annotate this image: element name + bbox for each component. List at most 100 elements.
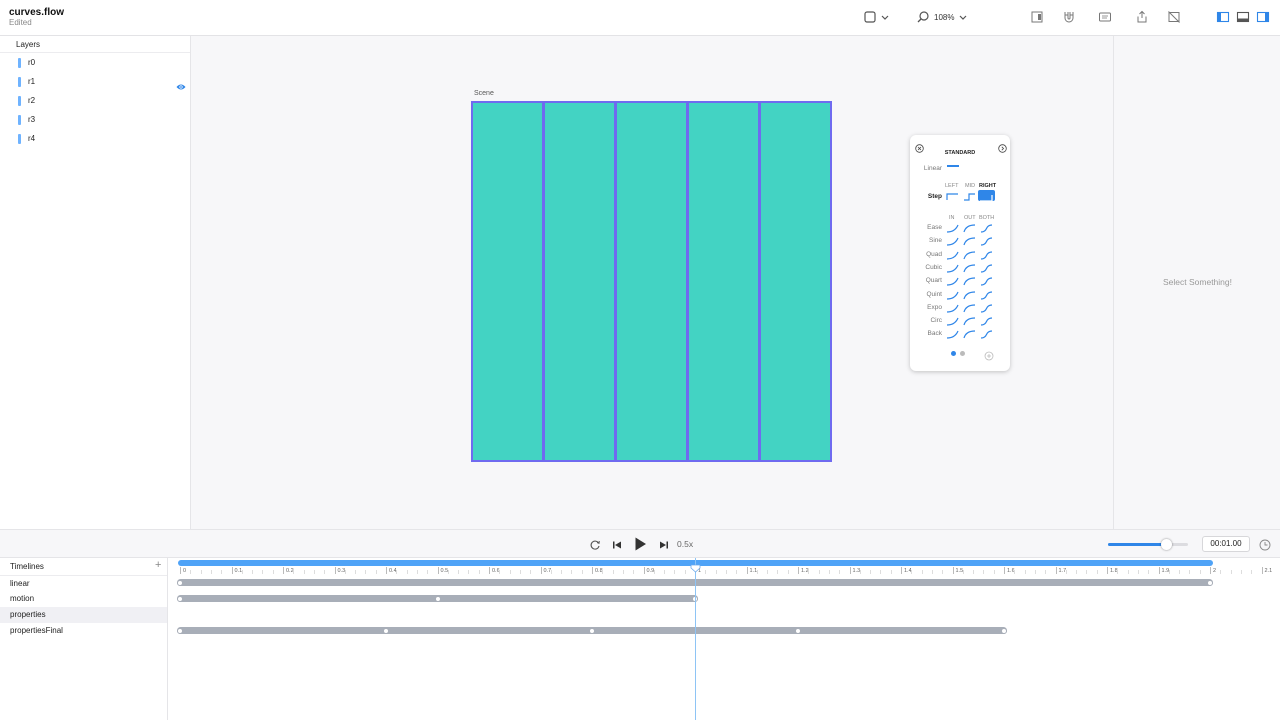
easing-sine-in-curve[interactable] [946, 237, 959, 246]
easing-back-out-curve[interactable] [963, 330, 976, 339]
easing-quad-out-curve[interactable] [963, 250, 976, 260]
easing-circ-out-curve[interactable] [963, 317, 976, 326]
easing-expo-out-curve[interactable] [963, 304, 976, 313]
ruler-minor-tick [262, 570, 264, 574]
step-left-curve[interactable] [946, 192, 959, 201]
easing-quad-both-curve[interactable] [980, 250, 993, 260]
easing-sine-out-curve[interactable] [963, 237, 976, 246]
ruler-minor-tick [1137, 570, 1139, 574]
forward-icon[interactable] [998, 140, 1007, 153]
easing-quint-in-curve[interactable] [946, 291, 959, 300]
easing-cubic-both-curve[interactable] [980, 264, 993, 273]
layer-item-r2[interactable]: r2 [0, 92, 190, 111]
ruler-minor-tick [653, 570, 655, 574]
keyframe[interactable] [589, 627, 595, 634]
easing-sine-both-curve[interactable] [980, 237, 993, 246]
easing-cubic-out-curve[interactable] [963, 264, 976, 273]
share-icon[interactable] [1135, 10, 1149, 24]
panel-insert-icon[interactable] [1030, 10, 1044, 24]
layer-item-r1[interactable]: r1 [0, 73, 190, 92]
top-toolbar: curves.flow Edited 108% [0, 0, 1280, 36]
ruler-minor-tick [880, 570, 882, 574]
easing-quart-both-curve[interactable] [980, 277, 993, 286]
image-disabled-icon[interactable] [1167, 10, 1181, 24]
easing-quint-out-curve[interactable] [963, 290, 976, 300]
keyframe[interactable] [177, 595, 183, 602]
add-curve-icon[interactable] [984, 348, 994, 361]
easing-cubic-in-curve[interactable] [946, 264, 959, 273]
shape-tool-icon[interactable] [863, 10, 877, 24]
ruler-minor-tick [859, 570, 861, 574]
bottom-panel-toggle-icon[interactable] [1236, 10, 1250, 24]
easing-quad-in-curve[interactable] [946, 251, 959, 260]
scene-rect-r4[interactable] [761, 103, 830, 460]
timeline-item-linear[interactable]: linear [0, 575, 167, 591]
layer-item-r3[interactable]: r3 [0, 111, 190, 130]
keyframe[interactable] [795, 627, 801, 634]
linear-curve[interactable] [947, 165, 959, 167]
ruler-minor-tick [210, 570, 212, 574]
easing-circ-both-curve[interactable] [980, 317, 993, 326]
easing-quart-out-curve[interactable] [963, 277, 976, 286]
playback-slider-knob[interactable] [1160, 539, 1172, 550]
skip-back-icon[interactable] [611, 538, 623, 550]
close-icon[interactable] [915, 140, 924, 153]
keyframe[interactable] [177, 579, 183, 586]
timeline-item-propertiesfinal[interactable]: propertiesFinal [0, 623, 167, 639]
magnet-icon[interactable] [1062, 10, 1076, 24]
easing-back-in-curve[interactable] [946, 330, 959, 339]
comment-icon[interactable] [1098, 10, 1112, 24]
step-right-curve-selected[interactable] [978, 190, 995, 202]
keyframe[interactable] [1001, 627, 1007, 634]
add-timeline-button[interactable]: + [155, 559, 161, 571]
playhead-line [695, 558, 696, 720]
zoom-level[interactable]: 108% [934, 13, 954, 22]
keyframe[interactable] [1207, 579, 1213, 586]
clock-icon[interactable] [1259, 538, 1271, 551]
keyframe[interactable] [177, 627, 183, 634]
easing-back-both-curve[interactable] [980, 330, 993, 339]
time-ruler[interactable]: 0 0.1 0.2 0.3 0.4 0.5 0.6 0.7 0.8 0.9 1 1.1 1.2 1.3 1.… [168, 558, 1280, 576]
timeline-area[interactable]: 0 0.1 0.2 0.3 0.4 0.5 0.6 0.7 0.8 0.9 1 1.1 1.2 1.3 1.… [168, 557, 1280, 720]
easing-quart-in-curve[interactable] [946, 277, 959, 286]
zoom-search-icon[interactable] [916, 10, 930, 24]
easing-ease-both-curve[interactable] [980, 224, 993, 233]
left-panel-toggle-icon[interactable] [1216, 10, 1230, 24]
easing-expo-in-curve[interactable] [946, 304, 959, 313]
easing-ease-in-curve[interactable] [946, 224, 959, 233]
timeline-item-motion[interactable]: motion [0, 591, 167, 607]
scene-rect-r1[interactable] [545, 103, 614, 460]
easing-circ-in-curve[interactable] [946, 317, 959, 326]
right-panel-toggle-icon[interactable] [1256, 10, 1270, 24]
chevron-down-icon[interactable] [880, 12, 890, 22]
keyframe[interactable] [434, 595, 441, 602]
step-option-left: LEFT [945, 183, 959, 189]
scene-rect-r3[interactable] [689, 103, 758, 460]
easing-expo-both-curve[interactable] [980, 304, 993, 313]
play-icon[interactable] [632, 536, 648, 552]
playhead-handle[interactable] [690, 560, 701, 573]
eye-icon[interactable] [176, 78, 186, 90]
scene-rect-r0[interactable] [473, 103, 542, 460]
scene-frame[interactable] [471, 101, 832, 462]
skip-forward-icon[interactable] [658, 538, 670, 550]
page-dot-active[interactable] [951, 351, 956, 356]
time-display[interactable]: 00:01.00 [1202, 536, 1250, 552]
timeline-item-properties[interactable]: properties [0, 607, 167, 623]
ruler-minor-tick [416, 570, 418, 574]
ruler-minor-tick [777, 570, 779, 574]
layer-item-r0[interactable]: r0 [0, 54, 190, 73]
easing-quint-both-curve[interactable] [980, 290, 993, 300]
page-dot[interactable] [960, 351, 965, 356]
easing-ease-out-curve[interactable] [963, 224, 976, 233]
ruler-minor-tick [458, 570, 460, 574]
keyframe[interactable] [383, 627, 389, 634]
step-mid-curve[interactable] [963, 192, 976, 201]
zoom-chevron-down-icon[interactable] [958, 12, 968, 22]
playback-slider[interactable] [1108, 539, 1188, 550]
ruler-minor-tick [561, 570, 563, 574]
playback-speed[interactable]: 0.5x [677, 539, 693, 549]
loop-icon[interactable] [589, 538, 601, 550]
scene-rect-r2[interactable] [617, 103, 686, 460]
layer-item-r4[interactable]: r4 [0, 130, 190, 149]
